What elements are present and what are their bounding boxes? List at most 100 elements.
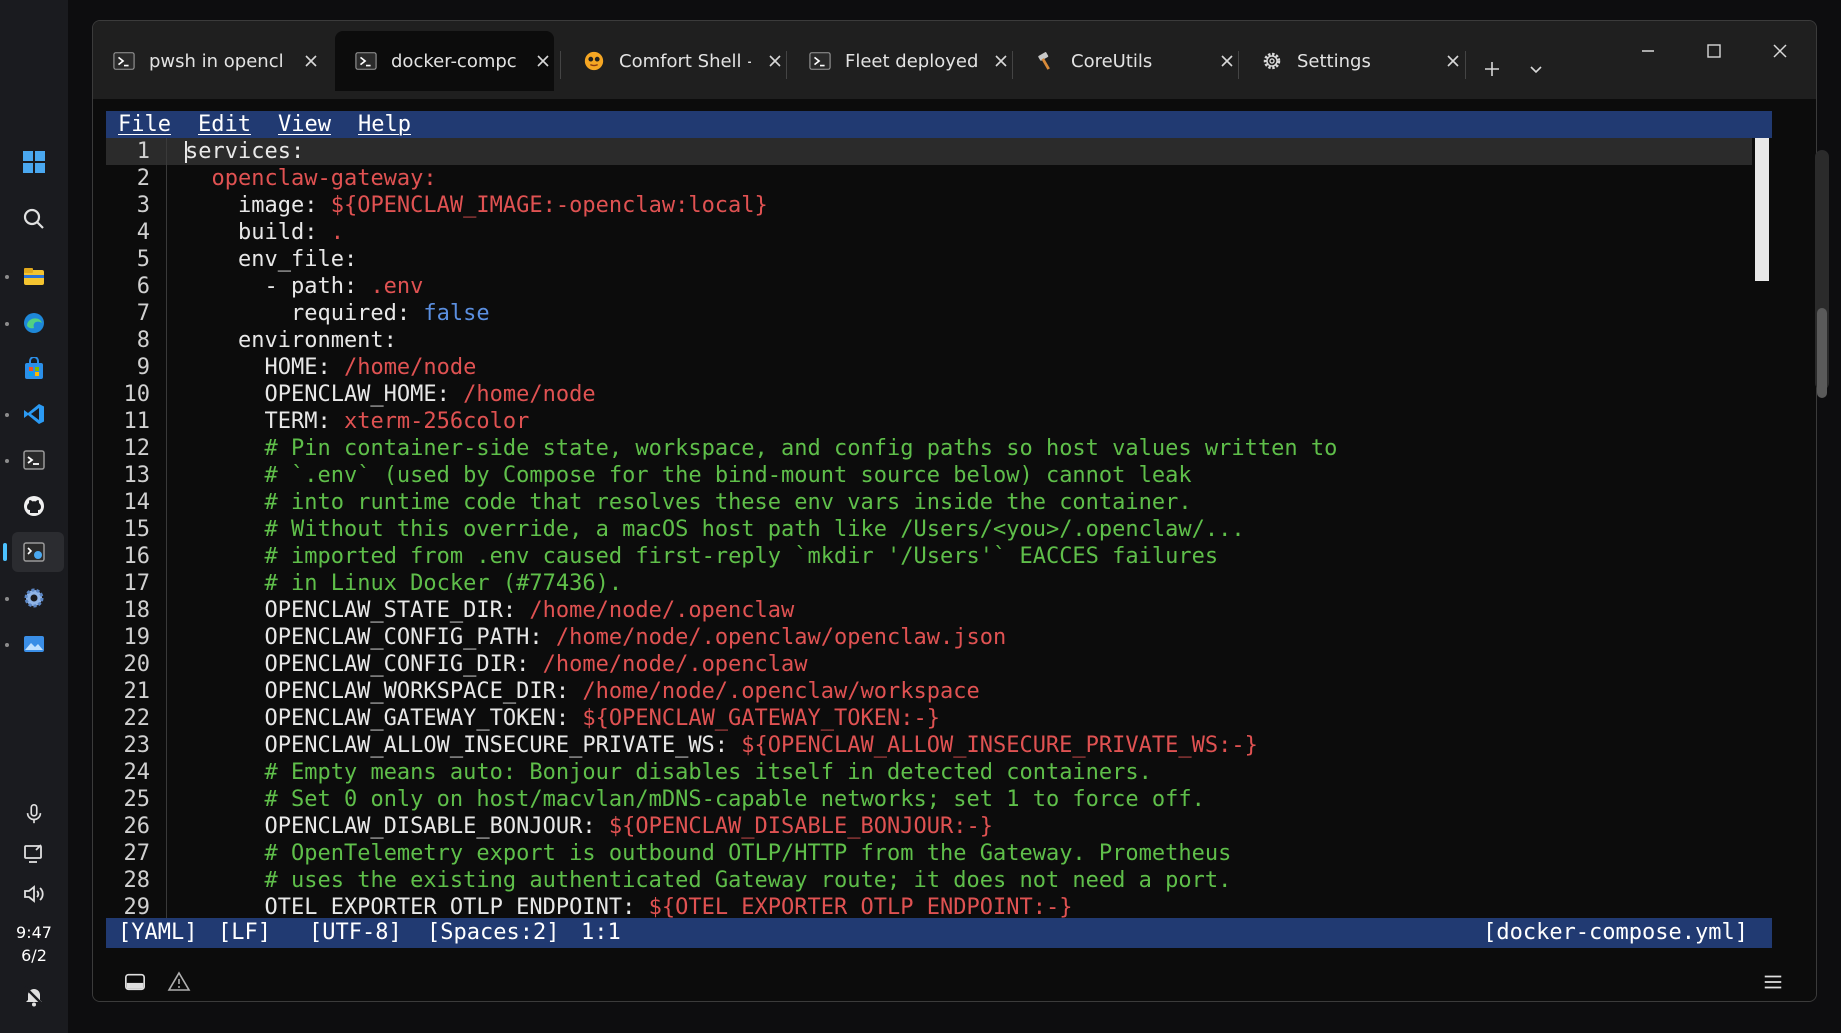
photos-icon[interactable]: [20, 630, 48, 658]
warning-icon[interactable]: [167, 970, 191, 994]
chevron-down-icon: [1528, 61, 1544, 81]
code-line[interactable]: OTEL_EXPORTER_OTLP_ENDPOINT: ${OTEL_EXPO…: [185, 894, 1072, 921]
code-line[interactable]: OPENCLAW_STATE_DIR: /home/node/.openclaw: [185, 597, 794, 624]
close-icon[interactable]: [1443, 51, 1463, 71]
terminal-icon[interactable]: [20, 446, 48, 474]
tab-docker-compose[interactable]: docker-compc: [335, 31, 554, 91]
code-line[interactable]: TERM: xterm-256color: [185, 408, 529, 435]
menu-edit[interactable]: Edit: [198, 112, 251, 137]
code-line[interactable]: OPENCLAW_CONFIG_PATH: /home/node/.opencl…: [185, 624, 1006, 651]
tab-comfort-shell[interactable]: Comfort Shell -: [563, 31, 785, 91]
tab-dropdown-button[interactable]: [1516, 51, 1556, 91]
tab-coreutils[interactable]: CoreUtils: [1015, 31, 1237, 91]
clock-date[interactable]: 6/2: [0, 944, 68, 967]
menu-help[interactable]: Help: [358, 112, 411, 137]
close-icon[interactable]: [991, 51, 1011, 71]
outer-scrollbar-thumb[interactable]: [1817, 308, 1827, 398]
code-line[interactable]: image: ${OPENCLAW_IMAGE:-openclaw:local}: [185, 192, 768, 219]
code-editor[interactable]: 1 2 3 4 5 6 7 8 9 10 11 12 13 14 15 16 17 18 19 20 21 22 23 24 2…: [106, 138, 1772, 921]
code-line[interactable]: build: .: [185, 219, 344, 246]
display-icon[interactable]: [20, 840, 48, 868]
code-line[interactable]: openclaw-gateway:: [185, 165, 437, 192]
panel-icon[interactable]: [123, 970, 147, 994]
line-number: 1: [136, 139, 150, 164]
code-token: ${OPENCLAW_DISABLE_BONJOUR:-}: [608, 814, 993, 839]
code-line[interactable]: # into runtime code that resolves these …: [185, 489, 1191, 516]
close-icon[interactable]: [1217, 51, 1237, 71]
code-line[interactable]: env_file:: [185, 246, 357, 273]
code-token: /home/node/.openclaw/workspace: [582, 679, 980, 704]
code-line[interactable]: # OpenTelemetry export is outbound OTLP/…: [185, 840, 1231, 867]
code-line[interactable]: # uses the existing authenticated Gatewa…: [185, 867, 1231, 894]
code-line[interactable]: OPENCLAW_WORKSPACE_DIR: /home/node/.open…: [185, 678, 980, 705]
code-line[interactable]: # Set 0 only on host/macvlan/mDNS-capabl…: [185, 786, 1204, 813]
code-token: OPENCLAW_DISABLE_BONJOUR:: [185, 814, 609, 839]
code-line[interactable]: # imported from .env caused first-reply …: [185, 543, 1218, 570]
search-icon[interactable]: [20, 205, 48, 233]
clock-time[interactable]: 9:47: [0, 921, 68, 944]
close-icon: [1772, 43, 1788, 63]
terminal-preview-icon[interactable]: [20, 538, 48, 566]
active-indicator: [3, 543, 7, 561]
minimize-icon: [1640, 43, 1656, 63]
code-line[interactable]: # Pin container-side state, workspace, a…: [185, 435, 1337, 462]
line-number: 15: [123, 517, 151, 542]
code-token: false: [423, 301, 490, 326]
settings-icon[interactable]: [20, 584, 48, 612]
code-token: .: [330, 220, 344, 245]
tab-settings[interactable]: Settings: [1241, 31, 1463, 91]
file-explorer-icon[interactable]: [20, 263, 48, 291]
tab-fleet-deployed[interactable]: Fleet deployed: [789, 31, 1011, 91]
code-token: OTEL_EXPORTER_OTLP_ENDPOINT:: [185, 895, 649, 920]
tab-pwsh[interactable]: pwsh in opencl: [93, 31, 321, 91]
github-icon[interactable]: [20, 492, 48, 520]
store-icon[interactable]: [20, 355, 48, 383]
close-window-button[interactable]: [1760, 33, 1800, 73]
code-token: /home/node/.openclaw/openclaw.json: [555, 625, 1007, 650]
close-icon[interactable]: [301, 51, 321, 71]
close-icon[interactable]: [765, 51, 785, 71]
new-tab-button[interactable]: [1472, 51, 1512, 91]
terminal-window: pwsh in opencl docker-compc Comfort Shel…: [92, 20, 1817, 1002]
code-line[interactable]: HOME: /home/node: [185, 354, 476, 381]
code-line[interactable]: required: false: [185, 300, 490, 327]
scrollbar-thumb[interactable]: [1755, 138, 1769, 281]
code-line[interactable]: # Empty means auto: Bonjour disables its…: [185, 759, 1151, 786]
windows-start-icon[interactable]: [20, 148, 48, 176]
line-number: 10: [123, 382, 151, 407]
maximize-button[interactable]: [1694, 33, 1734, 73]
code-line[interactable]: OPENCLAW_CONFIG_DIR: /home/node/.opencla…: [185, 651, 807, 678]
code-token: openclaw-gateway:: [211, 166, 437, 191]
status-encoding: [UTF-8]: [309, 920, 402, 945]
code-line[interactable]: OPENCLAW_GATEWAY_TOKEN: ${OPENCLAW_GATEW…: [185, 705, 940, 732]
list-icon[interactable]: [1761, 970, 1785, 994]
code-token: /home/node/.openclaw: [529, 598, 795, 623]
code-line[interactable]: OPENCLAW_ALLOW_INSECURE_PRIVATE_WS: ${OP…: [185, 732, 1257, 759]
close-icon[interactable]: [533, 51, 553, 71]
code-token: # uses the existing authenticated Gatewa…: [264, 868, 1232, 893]
notification-icon[interactable]: [20, 982, 48, 1010]
code-line[interactable]: - path: .env: [185, 273, 423, 300]
minimize-button[interactable]: [1628, 33, 1668, 73]
code-line[interactable]: # `.env` (used by Compose for the bind-m…: [185, 462, 1191, 489]
vscode-icon[interactable]: [20, 400, 48, 428]
microphone-icon[interactable]: [20, 800, 48, 828]
menu-view[interactable]: View: [278, 112, 331, 137]
edge-icon[interactable]: [20, 309, 48, 337]
code-line[interactable]: environment:: [185, 327, 397, 354]
code-line[interactable]: OPENCLAW_DISABLE_BONJOUR: ${OPENCLAW_DIS…: [185, 813, 993, 840]
volume-icon[interactable]: [20, 880, 48, 908]
line-number: 6: [136, 274, 150, 299]
menu-file[interactable]: File: [118, 112, 171, 137]
code-line[interactable]: # Without this override, a macOS host pa…: [185, 516, 1244, 543]
line-number: 8: [136, 328, 150, 353]
code-line[interactable]: services:: [185, 138, 304, 165]
code-line[interactable]: OPENCLAW_HOME: /home/node: [185, 381, 595, 408]
powershell-icon: [355, 50, 377, 72]
code-line[interactable]: # in Linux Docker (#77436).: [185, 570, 622, 597]
running-indicator: [5, 643, 9, 647]
line-number: 7: [136, 301, 150, 326]
